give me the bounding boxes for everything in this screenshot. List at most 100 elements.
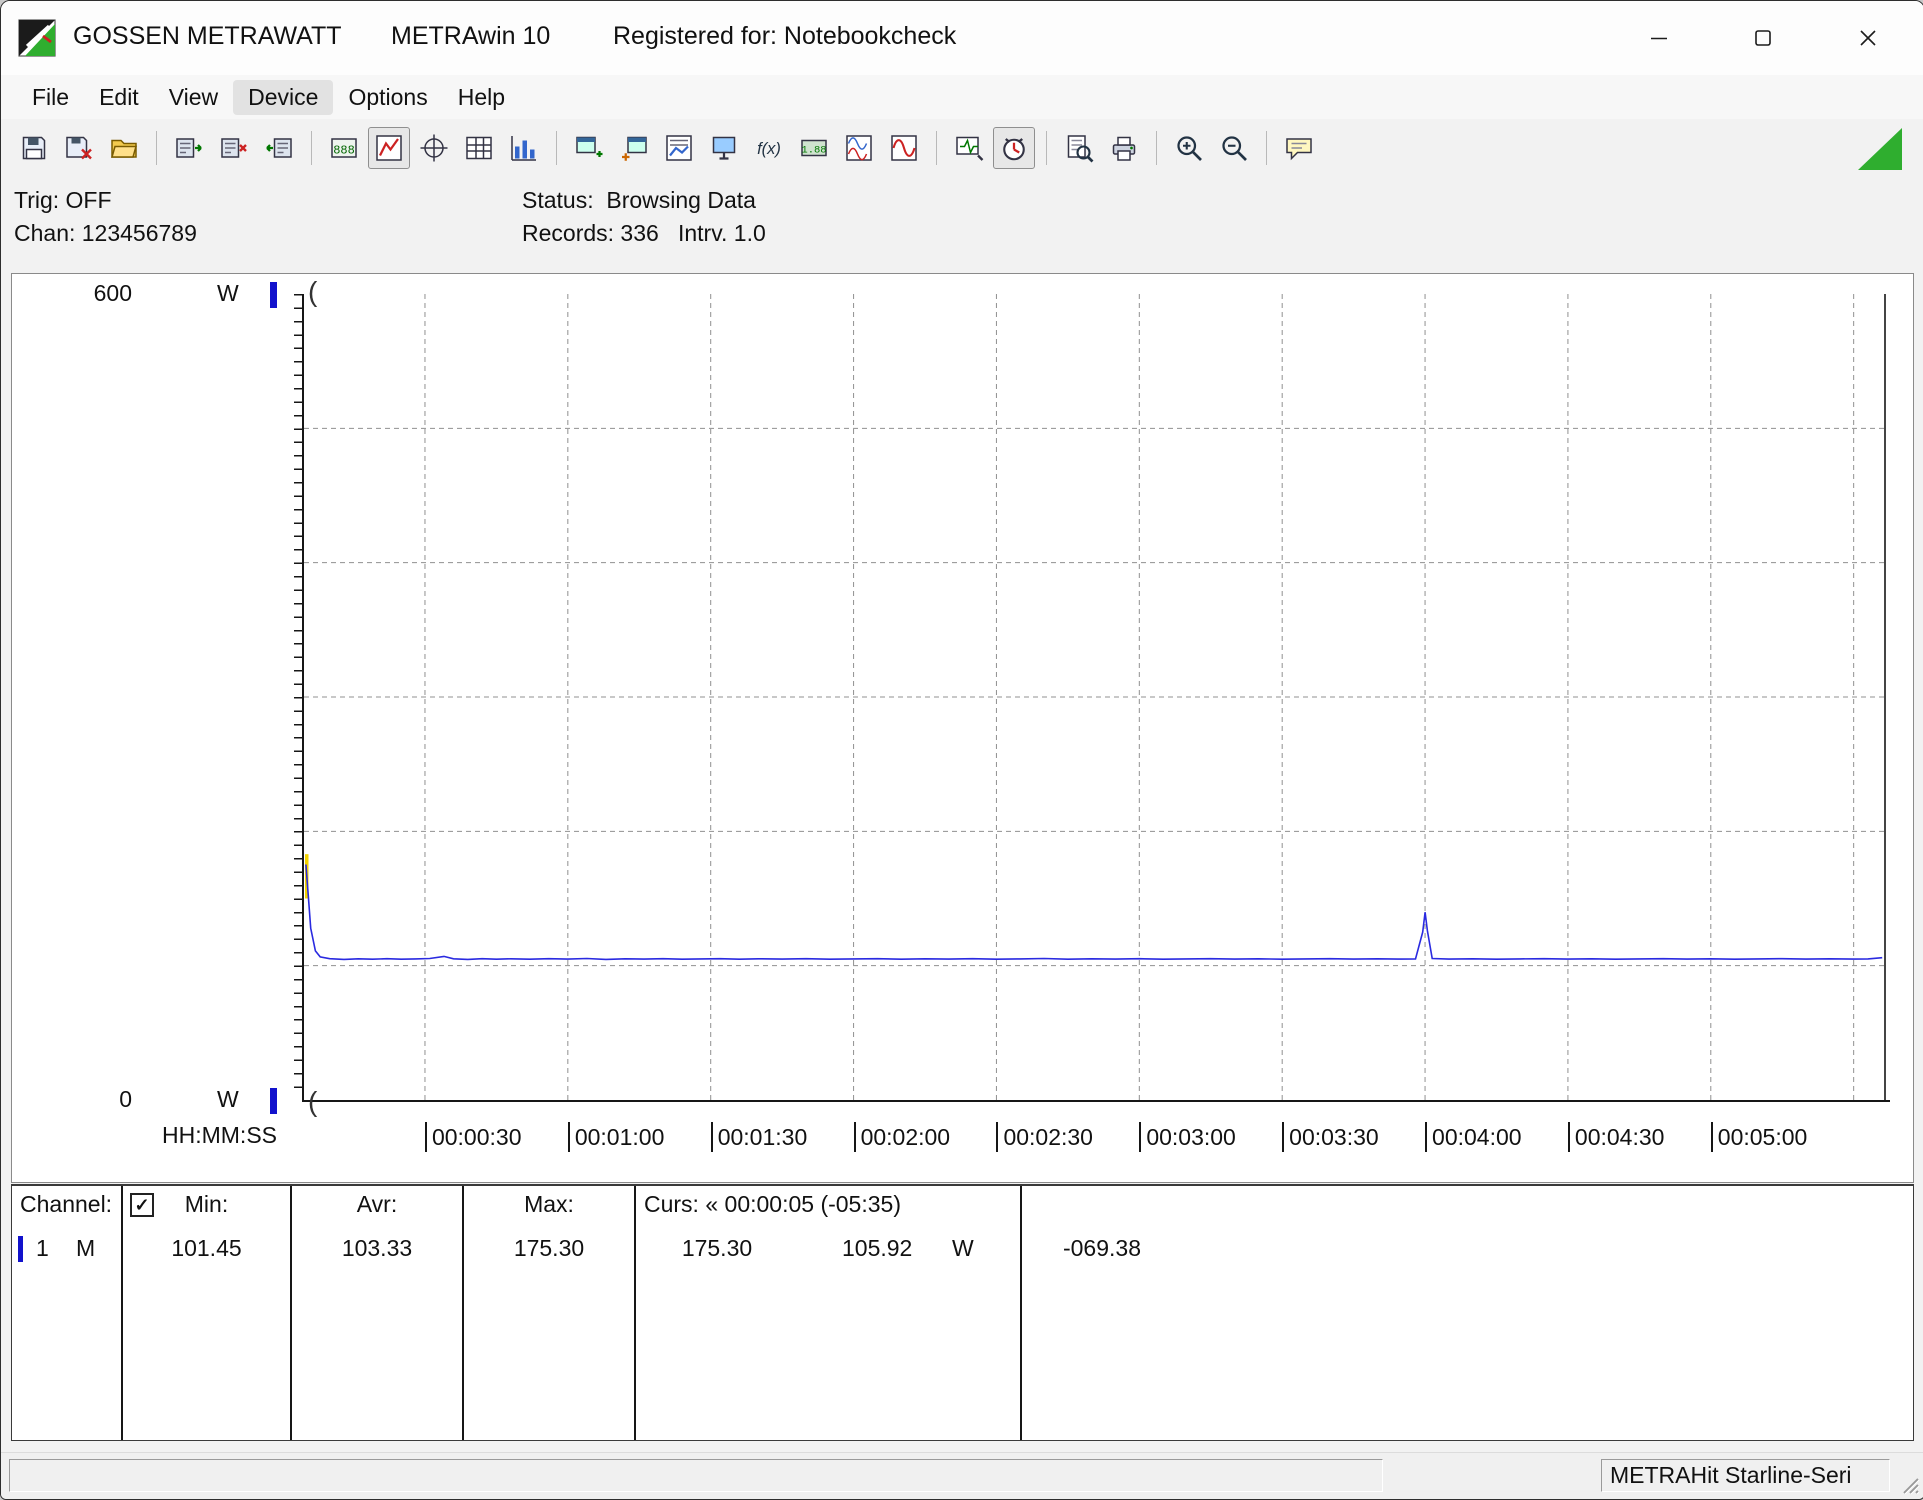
table-divider [121, 1186, 123, 1440]
browse-status: Status: Browsing Data [522, 187, 756, 214]
x-axis-line [302, 1100, 1890, 1102]
x-tick-label: 00:02:30 [996, 1122, 1093, 1152]
y-axis-bottom-channel-marker [270, 1088, 277, 1114]
monitor-icon[interactable] [703, 127, 745, 169]
app-title: METRAwin 10 [391, 22, 550, 51]
cursor-max-value: 175.30 [642, 1232, 792, 1264]
bar-graph-icon[interactable] [503, 127, 545, 169]
zoom-min-icon[interactable] [1213, 127, 1255, 169]
toolbar-separator [556, 131, 557, 165]
toolbar-separator [311, 131, 312, 165]
app-window: GOSSEN METRAWATT METRAwin 10 Registered … [0, 0, 1923, 1500]
app-icon [17, 18, 57, 58]
toolbar-separator [1046, 131, 1047, 165]
y-axis-max-unit: W [217, 280, 239, 307]
channel-header: Channel: [20, 1186, 112, 1222]
toolbar-separator [1266, 131, 1267, 165]
y-axis-max-label: 600 [52, 280, 132, 307]
avr-value: 103.33 [292, 1232, 462, 1264]
min-value: 101.45 [123, 1232, 290, 1264]
toolbar-separator [936, 131, 937, 165]
close-button[interactable] [1828, 1, 1908, 75]
table-divider [1020, 1186, 1022, 1440]
save-as-icon[interactable] [58, 127, 100, 169]
x-tick-label: 00:04:30 [1568, 1122, 1665, 1152]
crosshair-icon[interactable] [413, 127, 455, 169]
channel-row-marker [18, 1236, 23, 1262]
data-table-icon[interactable] [458, 127, 500, 169]
cursor-value: 105.92 [842, 1232, 912, 1264]
x-tick-label: 00:05:00 [1711, 1122, 1808, 1152]
power-line-chart [304, 294, 1887, 1100]
status-bar: METRAHit Starline-Seri [1, 1452, 1923, 1499]
x-tick-label: 00:00:30 [425, 1122, 522, 1152]
y-axis-min-unit: W [217, 1086, 239, 1113]
formula-icon[interactable] [748, 127, 790, 169]
y-axis-top-channel-marker [270, 282, 277, 308]
menu-device[interactable]: Device [233, 80, 333, 115]
cursor-delta-value: -069.38 [1027, 1232, 1177, 1264]
green-corner-triangle-icon [1858, 128, 1902, 170]
max-value: 175.30 [464, 1232, 634, 1264]
x-tick-label: 00:04:00 [1425, 1122, 1522, 1152]
print-preview-icon[interactable] [1058, 127, 1100, 169]
menu-edit[interactable]: Edit [84, 80, 154, 115]
x-tick-label: 00:01:00 [568, 1122, 665, 1152]
plot-area[interactable] [304, 294, 1887, 1100]
records-status: Records: 336 Intrv. 1.0 [522, 220, 766, 247]
capture-icon[interactable] [948, 127, 990, 169]
maximize-button[interactable] [1723, 1, 1803, 75]
x-axis-labels: HH:MM:SS 00:00:3000:01:0000:01:3000:02:0… [12, 1122, 1913, 1156]
waveform-icon[interactable] [883, 127, 925, 169]
annotation-icon[interactable] [1278, 127, 1320, 169]
close-icon [1857, 27, 1879, 49]
table-divider [462, 1186, 464, 1440]
read-memory-icon[interactable] [168, 127, 210, 169]
numeric-display-icon[interactable] [323, 127, 365, 169]
read-device-icon[interactable] [258, 127, 300, 169]
trigger-status: Trig: OFF [14, 187, 112, 214]
channel-mode: M [76, 1232, 95, 1264]
print-icon[interactable] [1103, 127, 1145, 169]
menu-bar: File Edit View Device Options Help [1, 75, 1923, 119]
menu-options[interactable]: Options [333, 80, 442, 115]
window-receive-icon[interactable] [613, 127, 655, 169]
lcd-display-icon[interactable] [793, 127, 835, 169]
channel-status: Chan: 123456789 [14, 220, 197, 247]
table-divider [290, 1186, 292, 1440]
waveform-dual-icon[interactable] [838, 127, 880, 169]
minimize-icon [1648, 27, 1670, 49]
line-chart-icon[interactable] [368, 127, 410, 169]
menu-file[interactable]: File [17, 80, 84, 115]
avr-header: Avr: [292, 1186, 462, 1222]
toolbar [1, 119, 1923, 177]
brand-title: GOSSEN METRAWATT [73, 22, 342, 51]
window-transfer-icon[interactable] [568, 127, 610, 169]
cursor-header: Curs: « 00:00:05 (-05:35) [644, 1186, 901, 1222]
device-name-panel: METRAHit Starline-Seri [1601, 1459, 1890, 1492]
channel-number: 1 [36, 1232, 49, 1264]
table-divider [634, 1186, 636, 1440]
toolbar-separator [1156, 131, 1157, 165]
title-bar: GOSSEN METRAWATT METRAwin 10 Registered … [1, 1, 1923, 75]
clear-memory-icon[interactable] [213, 127, 255, 169]
x-tick-label: 00:01:30 [711, 1122, 808, 1152]
zoom-max-icon[interactable] [1168, 127, 1210, 169]
minimize-button[interactable] [1619, 1, 1699, 75]
open-icon[interactable] [103, 127, 145, 169]
resize-grip[interactable] [1896, 1471, 1920, 1495]
chart-config-icon[interactable] [658, 127, 700, 169]
alarm-clock-icon[interactable] [993, 127, 1035, 169]
registered-label: Registered for: Notebookcheck [613, 22, 956, 51]
max-header: Max: [464, 1186, 634, 1222]
x-axis-title: HH:MM:SS [162, 1122, 277, 1149]
menu-help[interactable]: Help [443, 80, 520, 115]
chart-panel: 600 W 0 W ( ( HH:MM:SS 00:00:3000:01:000… [11, 273, 1914, 1183]
menu-view[interactable]: View [154, 80, 233, 115]
channel-table: Channel: ✓ Min: Avr: Max: Curs: « 00:00:… [11, 1184, 1914, 1441]
min-header: Min: [123, 1186, 290, 1222]
save-icon[interactable] [13, 127, 55, 169]
toolbar-separator [156, 131, 157, 165]
maximize-icon [1752, 27, 1774, 49]
status-bar-message-panel [9, 1459, 1383, 1492]
